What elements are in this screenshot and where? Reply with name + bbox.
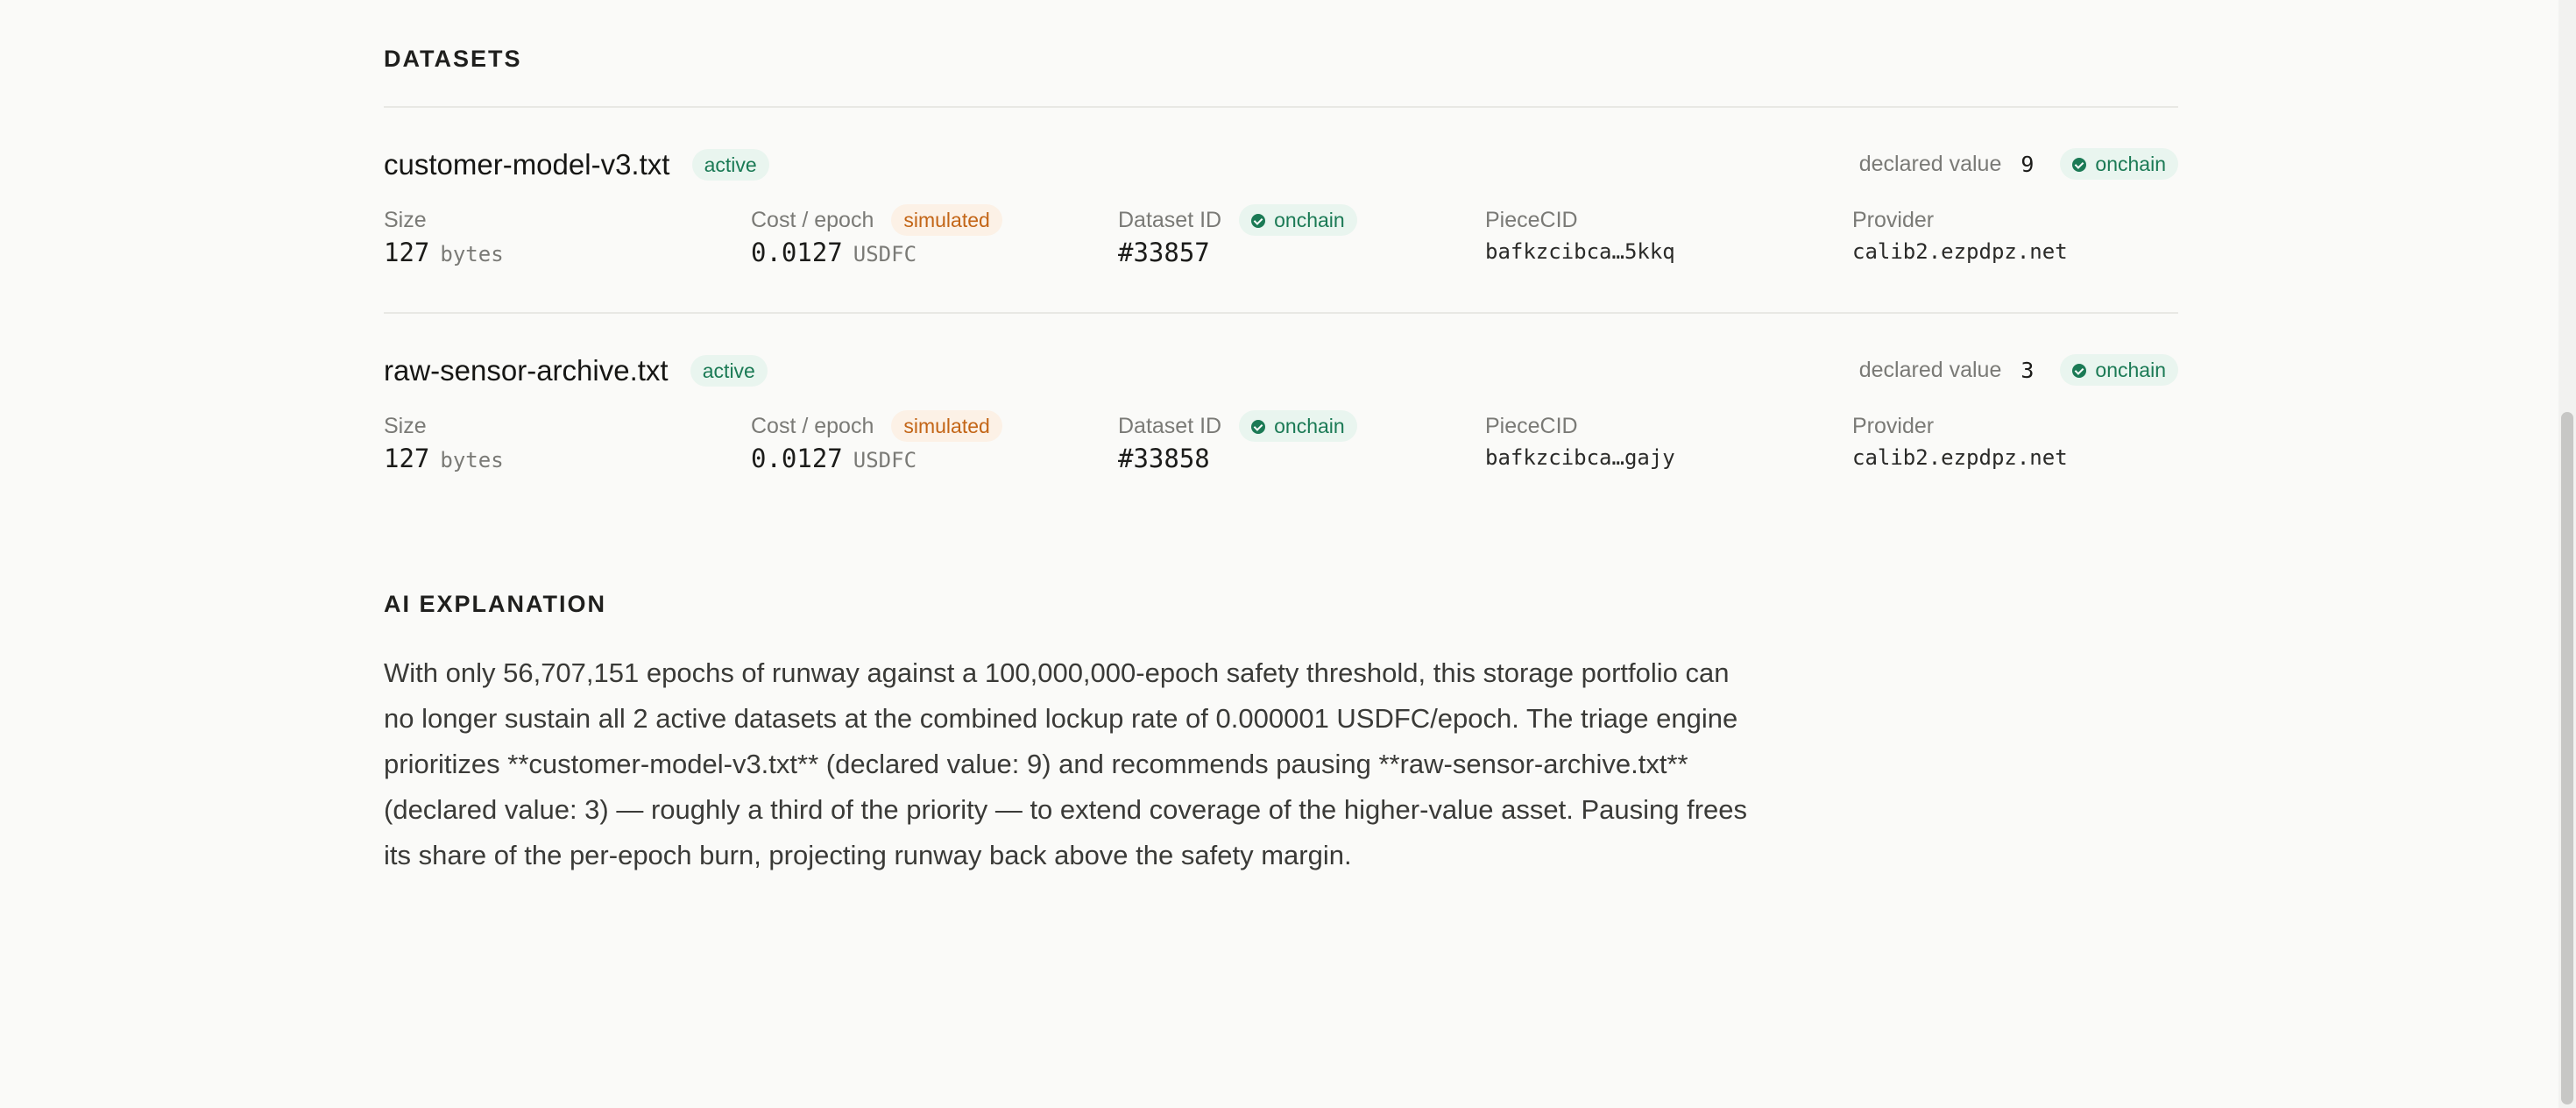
- dataset-id-field: Dataset ID onchain #33857: [1118, 204, 1357, 267]
- declared-value-label: declared value: [1858, 357, 2002, 382]
- ai-explanation-text: With only 56,707,151 epochs of runway ag…: [384, 657, 1748, 870]
- provider-field: Provider calib2.ezpdpz.net: [1852, 410, 2068, 470]
- piece-cid-field: PieceCID bafkzcibca…gajy: [1485, 410, 1675, 470]
- size-unit: bytes: [440, 242, 504, 266]
- status-badge: active: [690, 355, 768, 387]
- dataset-name[interactable]: raw-sensor-archive.txt: [384, 354, 669, 387]
- dataset-id-field: Dataset ID onchain #33858: [1118, 410, 1357, 473]
- size-label: Size: [384, 414, 427, 438]
- size-unit: bytes: [440, 448, 504, 472]
- cost-label: Cost / epoch: [751, 208, 874, 232]
- scrollbar[interactable]: [2558, 0, 2576, 1108]
- simulated-badge: simulated: [891, 204, 1002, 236]
- dataset-card-header: raw-sensor-archive.txt active declared v…: [384, 351, 2178, 394]
- provider-value[interactable]: calib2.ezpdpz.net: [1852, 445, 2068, 470]
- check-circle-icon: [2072, 158, 2087, 172]
- provider-value[interactable]: calib2.ezpdpz.net: [1852, 239, 2068, 264]
- scrollbar-thumb[interactable]: [2561, 412, 2573, 1104]
- check-circle-icon: [1251, 420, 1266, 434]
- provider-label: Provider: [1852, 414, 1935, 438]
- dataset-name[interactable]: customer-model-v3.txt: [384, 148, 669, 181]
- onchain-badge: onchain: [2060, 148, 2178, 180]
- dataset-id-value: #33857: [1118, 238, 1210, 267]
- dataset-name-wrapper: raw-sensor-archive.txt active: [384, 354, 768, 387]
- dataset-card-header: customer-model-v3.txt active declared va…: [384, 145, 2178, 188]
- status-badge: active: [691, 149, 769, 181]
- dataset-id-label: Dataset ID: [1118, 414, 1222, 438]
- cost-field: Cost / epoch simulated 0.0127 USDFC: [751, 204, 1002, 267]
- cost-label-row: Cost / epoch simulated: [751, 410, 1002, 442]
- cost-unit: USDFC: [853, 448, 917, 472]
- ai-explanation-title: AI EXPLANATION: [384, 591, 607, 617]
- size-value: 127: [384, 238, 430, 267]
- piece-cid-label: PieceCID: [1485, 414, 1578, 438]
- cost-value-row: 0.0127 USDFC: [751, 444, 1002, 473]
- declared-value-group: declared value 9 onchain: [1859, 148, 2178, 180]
- size-label: Size: [384, 208, 427, 232]
- onchain-badge-label: onchain: [2095, 153, 2166, 175]
- dataset-card[interactable]: customer-model-v3.txt active declared va…: [384, 145, 2178, 320]
- onchain-badge: onchain: [1239, 204, 1357, 236]
- size-field: Size 127 bytes: [384, 410, 504, 473]
- dataset-name-wrapper: customer-model-v3.txt active: [384, 148, 769, 181]
- cost-label-row: Cost / epoch simulated: [751, 204, 1002, 236]
- size-value-row: 127 bytes: [384, 238, 504, 267]
- piece-cid-value[interactable]: bafkzcibca…5kkq: [1485, 239, 1675, 264]
- cost-field: Cost / epoch simulated 0.0127 USDFC: [751, 410, 1002, 473]
- onchain-badge-label: onchain: [1274, 415, 1345, 437]
- provider-field: Provider calib2.ezpdpz.net: [1852, 204, 2068, 264]
- check-circle-icon: [1251, 214, 1266, 228]
- divider: [384, 312, 2178, 314]
- check-circle-icon: [2072, 364, 2087, 378]
- piece-cid-field: PieceCID bafkzcibca…5kkq: [1485, 204, 1675, 264]
- onchain-badge-label: onchain: [1274, 209, 1345, 231]
- dataset-card[interactable]: raw-sensor-archive.txt active declared v…: [384, 351, 2178, 526]
- dataset-id-label-row: Dataset ID onchain: [1118, 204, 1357, 236]
- piece-cid-value[interactable]: bafkzcibca…gajy: [1485, 445, 1675, 470]
- declared-value-label: declared value: [1858, 151, 2002, 176]
- cost-value-row: 0.0127 USDFC: [751, 238, 1002, 267]
- dataset-id-label: Dataset ID: [1118, 208, 1222, 232]
- size-field: Size 127 bytes: [384, 204, 504, 267]
- simulated-badge: simulated: [891, 410, 1002, 442]
- divider: [384, 106, 2178, 108]
- page: DATASETS customer-model-v3.txt active de…: [0, 0, 2576, 1108]
- onchain-badge: onchain: [1239, 410, 1357, 442]
- dataset-id-value: #33858: [1118, 444, 1210, 473]
- cost-value: 0.0127: [751, 238, 843, 267]
- piece-cid-label: PieceCID: [1485, 208, 1578, 232]
- size-value: 127: [384, 444, 430, 473]
- declared-value: 3: [2020, 357, 2035, 383]
- onchain-badge: onchain: [2060, 354, 2178, 386]
- datasets-section-title: DATASETS: [384, 46, 522, 72]
- declared-value: 9: [2020, 151, 2035, 177]
- cost-label: Cost / epoch: [751, 414, 874, 438]
- cost-unit: USDFC: [853, 242, 917, 266]
- dataset-id-label-row: Dataset ID onchain: [1118, 410, 1357, 442]
- declared-value-group: declared value 3 onchain: [1859, 354, 2178, 386]
- cost-value: 0.0127: [751, 444, 843, 473]
- provider-label: Provider: [1852, 208, 1935, 232]
- size-value-row: 127 bytes: [384, 444, 504, 473]
- onchain-badge-label: onchain: [2095, 359, 2166, 381]
